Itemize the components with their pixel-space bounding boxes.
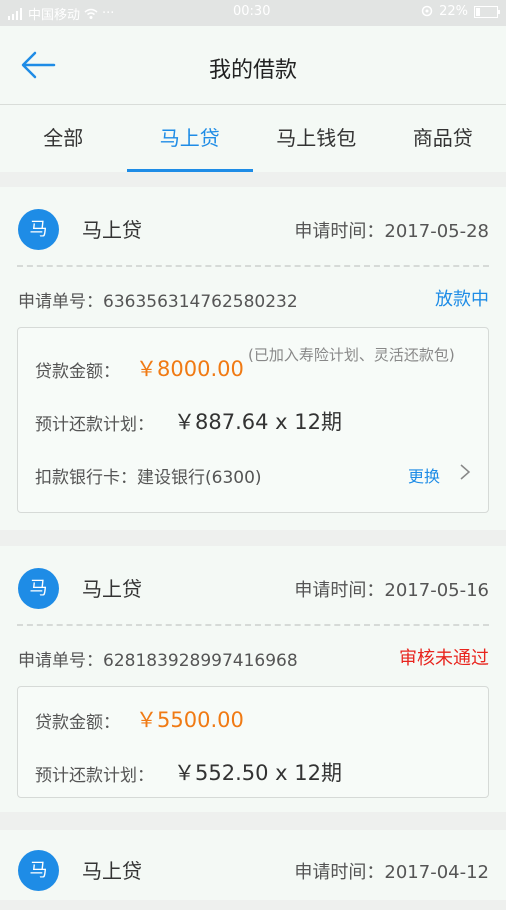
product-avatar: 马 [18,209,59,250]
apply-time-label: 申请时间： [294,221,384,242]
status-badge: 放款中 [435,285,489,311]
bank-value: 建设银行(6300) [137,468,262,488]
order-number: 申请单号：636356314762580232 [18,287,298,312]
product-name: 马上贷 [82,573,142,602]
product-avatar: 马 [18,850,59,891]
loan-amount: ￥5500.00 [136,704,244,734]
amount-label: 贷款金额： [35,357,120,382]
order-label: 申请单号： [18,292,103,312]
loan-card[interactable]: 马 马上贷 申请时间：2017-04-12 [0,830,506,900]
product-name: 马上贷 [82,855,142,884]
chevron-right-icon[interactable] [459,463,471,481]
clock: 00:30 [233,4,270,19]
tab-mashangdai[interactable]: 马上贷 [127,105,254,172]
order-number: 申请单号：628183928997416968 [18,646,298,671]
loan-card[interactable]: 马 马上贷 申请时间：2017-05-28 申请单号：6363563147625… [0,187,506,530]
status-dots: ··· [102,6,114,21]
page-title: 我的借款 [0,52,506,84]
loan-detail-box: 贷款金额： ￥5500.00 预计还款计划： ￥552.50 x 12期 [17,686,489,798]
amount-note: (已加入寿险计划、灵活还款包) [248,347,493,364]
apply-time: 申请时间：2017-05-28 [294,217,489,243]
status-badge: 审核未通过 [399,644,489,670]
tab-all[interactable]: 全部 [0,105,127,172]
change-bank-button[interactable]: 更换 [408,463,440,487]
apply-time-label: 申请时间： [294,862,384,883]
location-icon [421,5,433,19]
order-label: 申请单号： [18,651,103,671]
loan-detail-box: 贷款金额： ￥8000.00 (已加入寿险计划、灵活还款包) 预计还款计划： ￥… [17,327,489,513]
status-bar: 中国移动 ··· 00:30 22% [0,0,506,26]
battery-percent: 22% [439,4,468,19]
plan-label: 预计还款计划： [35,410,154,435]
product-name: 马上贷 [82,214,142,243]
apply-time-value: 2017-05-16 [384,580,489,601]
wifi-icon [84,8,98,20]
app-header: 我的借款 [0,26,506,105]
signal-icon [8,8,24,20]
plan-label: 预计还款计划： [35,761,154,786]
tab-mashang-wallet[interactable]: 马上钱包 [253,105,380,172]
apply-time: 申请时间：2017-04-12 [294,858,489,884]
repayment-plan: ￥552.50 x 12期 [174,757,342,787]
amount-label: 贷款金额： [35,708,120,733]
order-value: 636356314762580232 [103,292,298,312]
apply-time: 申请时间：2017-05-16 [294,576,489,602]
apply-time-label: 申请时间： [294,580,384,601]
apply-time-value: 2017-05-28 [384,221,489,242]
tab-bar: 全部 马上贷 马上钱包 商品贷 [0,105,506,172]
order-value: 628183928997416968 [103,651,298,671]
loan-amount: ￥8000.00 [136,353,244,383]
tab-goods-loan[interactable]: 商品贷 [380,105,506,172]
apply-time-value: 2017-04-12 [384,862,489,883]
bank-label: 扣款银行卡： [35,468,137,488]
repayment-plan: ￥887.64 x 12期 [174,406,342,436]
carrier-name: 中国移动 [28,4,80,23]
bank-card: 扣款银行卡：建设银行(6300) [35,463,262,488]
battery-icon [474,6,498,18]
product-avatar: 马 [18,568,59,609]
loan-card[interactable]: 马 马上贷 申请时间：2017-05-16 申请单号：6281839289974… [0,546,506,812]
